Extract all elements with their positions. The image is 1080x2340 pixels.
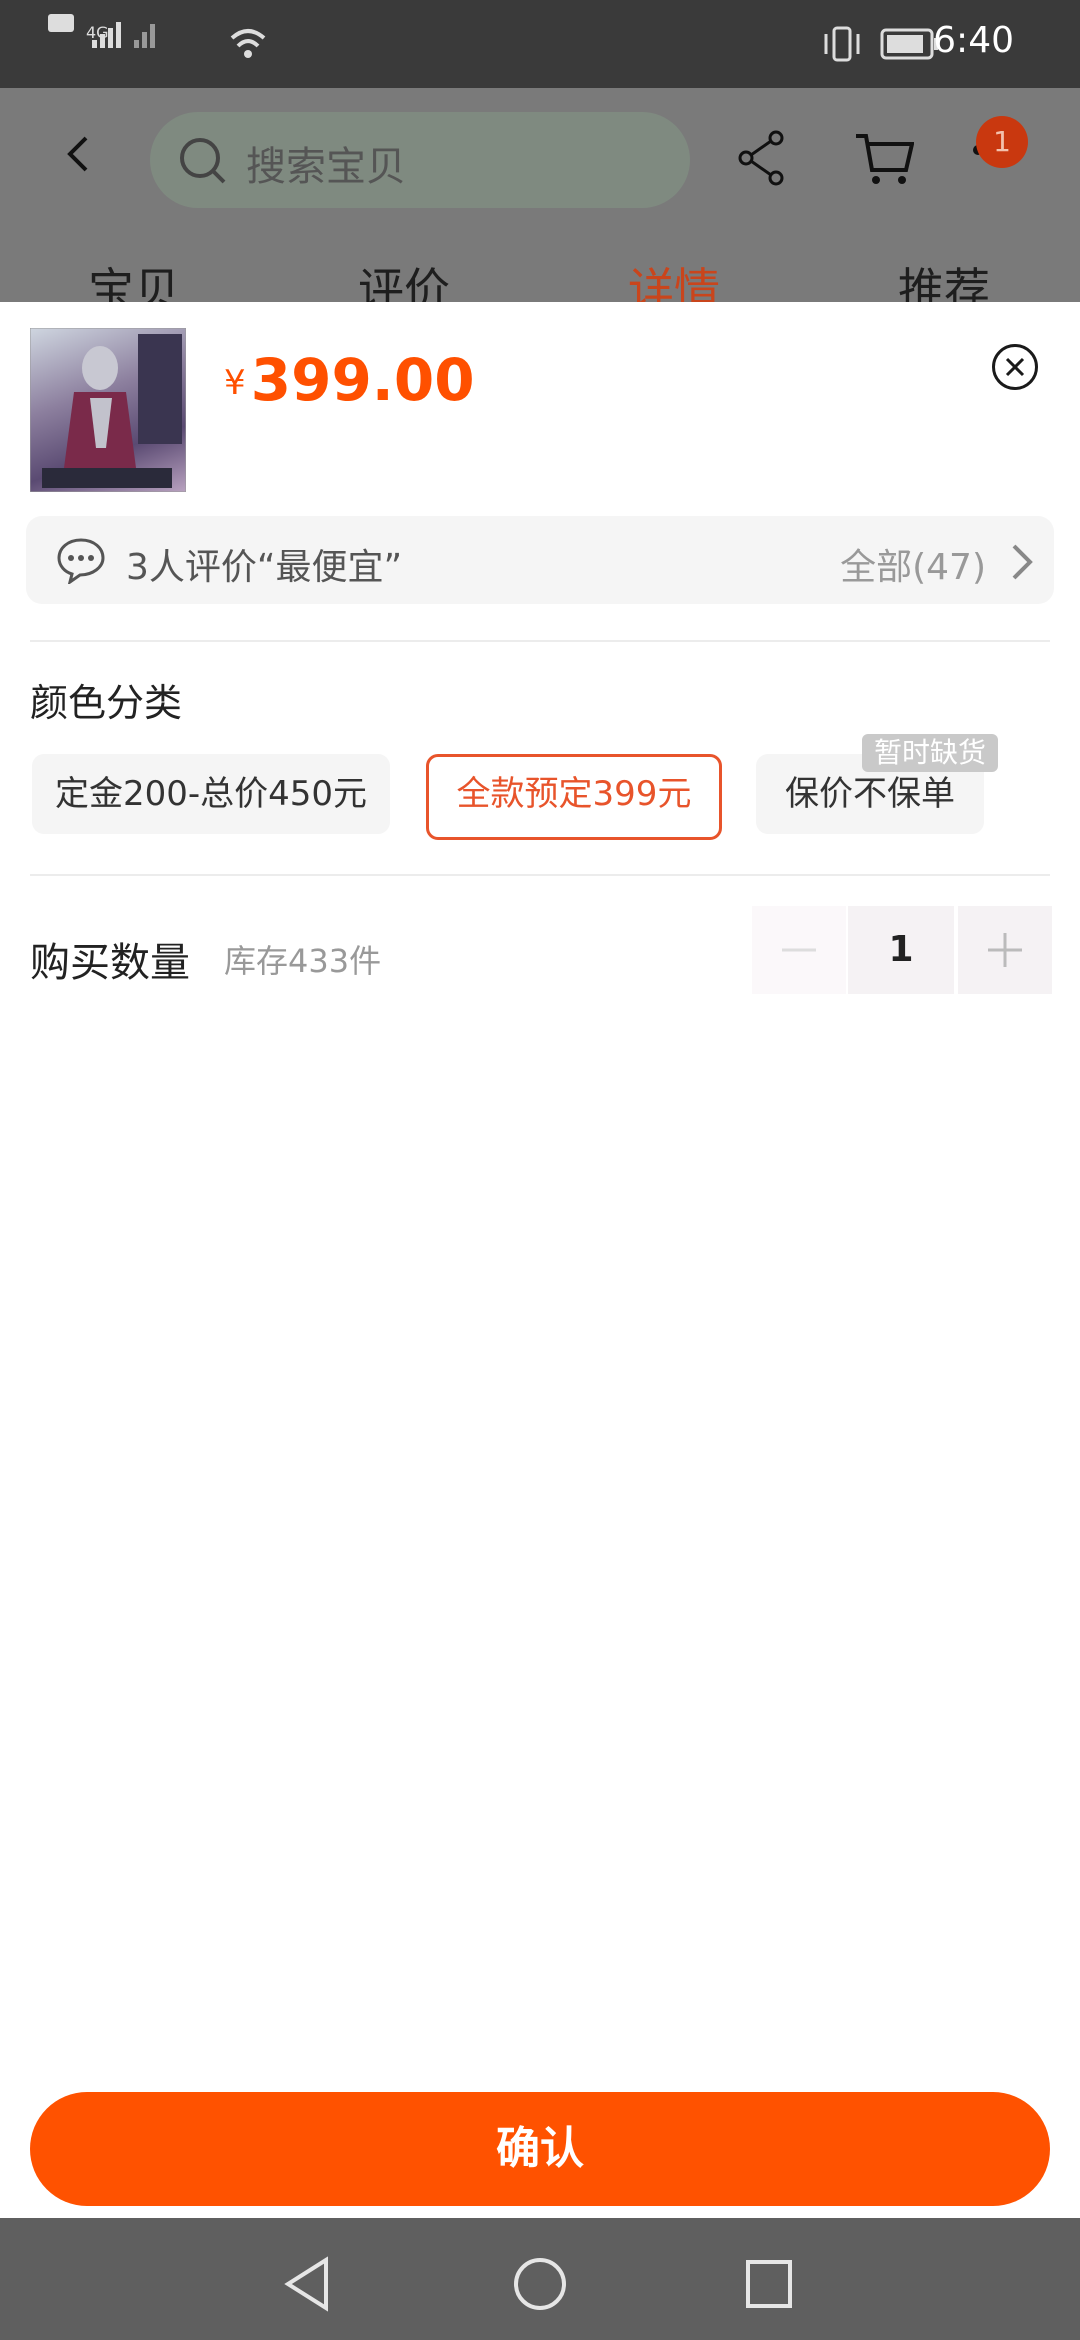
battery-icon: [880, 28, 938, 60]
signal-icons: 4G: [48, 14, 155, 48]
quantity-value[interactable]: 1: [848, 906, 954, 994]
cart-badge: 1: [976, 116, 1028, 168]
status-time: 6:40: [933, 20, 1014, 61]
divider: [30, 640, 1050, 642]
minus-icon: [782, 948, 816, 952]
wifi-icon: [230, 29, 266, 58]
back-icon[interactable]: [56, 132, 100, 176]
review-summary-bar[interactable]: 3人评价“最便宜” 全部(47): [26, 516, 1054, 604]
divider: [30, 874, 1050, 876]
status-bar: 4G 6:40: [0, 0, 1080, 88]
quantity-increase-button[interactable]: [958, 906, 1052, 994]
price: ¥ 399.00: [224, 346, 475, 414]
search-icon: [180, 138, 226, 184]
quantity-decrease-button[interactable]: [752, 906, 846, 994]
product-thumbnail: [29, 327, 187, 493]
quantity-title: 购买数量: [30, 940, 190, 986]
network-label: 4G: [86, 23, 109, 42]
color-category-title: 颜色分类: [30, 681, 183, 725]
price-value: 399.00: [250, 346, 475, 414]
sku-sheet: ¥ 399.00 3人评价“最便宜” 全部(47) 颜色分类 定金200-总价4…: [0, 302, 1080, 2218]
cart-icon[interactable]: [854, 130, 914, 186]
close-icon: [1005, 357, 1025, 377]
option-full-payment[interactable]: 全款预定399元: [426, 754, 722, 840]
search-placeholder: 搜索宝贝: [246, 144, 406, 190]
nav-back-icon[interactable]: [282, 2256, 332, 2312]
option-deposit[interactable]: 定金200-总价450元: [32, 754, 390, 834]
nav-recents-icon[interactable]: [744, 2258, 794, 2310]
currency-symbol: ¥: [224, 363, 246, 403]
review-all-link[interactable]: 全部(47): [840, 538, 986, 590]
confirm-button[interactable]: 确认: [30, 2092, 1050, 2206]
chat-bubble-icon: [57, 538, 105, 584]
close-button[interactable]: [992, 344, 1038, 390]
share-icon[interactable]: [736, 130, 786, 186]
out-of-stock-badge: 暂时缺货: [862, 734, 999, 772]
product-figure-image: [29, 327, 187, 493]
search-input[interactable]: 搜索宝贝: [150, 112, 690, 208]
plus-icon: [988, 933, 1022, 967]
nav-home-icon[interactable]: [512, 2256, 568, 2312]
system-nav-bar: [0, 2218, 1080, 2340]
vibrate-icon: [824, 26, 860, 62]
review-summary-text: 3人评价“最便宜”: [126, 547, 403, 588]
chevron-right-icon: [1012, 544, 1033, 580]
stock-count: 库存433件: [224, 942, 382, 980]
page-header: 搜索宝贝 1 宝贝 评价 详情 推荐: [0, 88, 1080, 317]
